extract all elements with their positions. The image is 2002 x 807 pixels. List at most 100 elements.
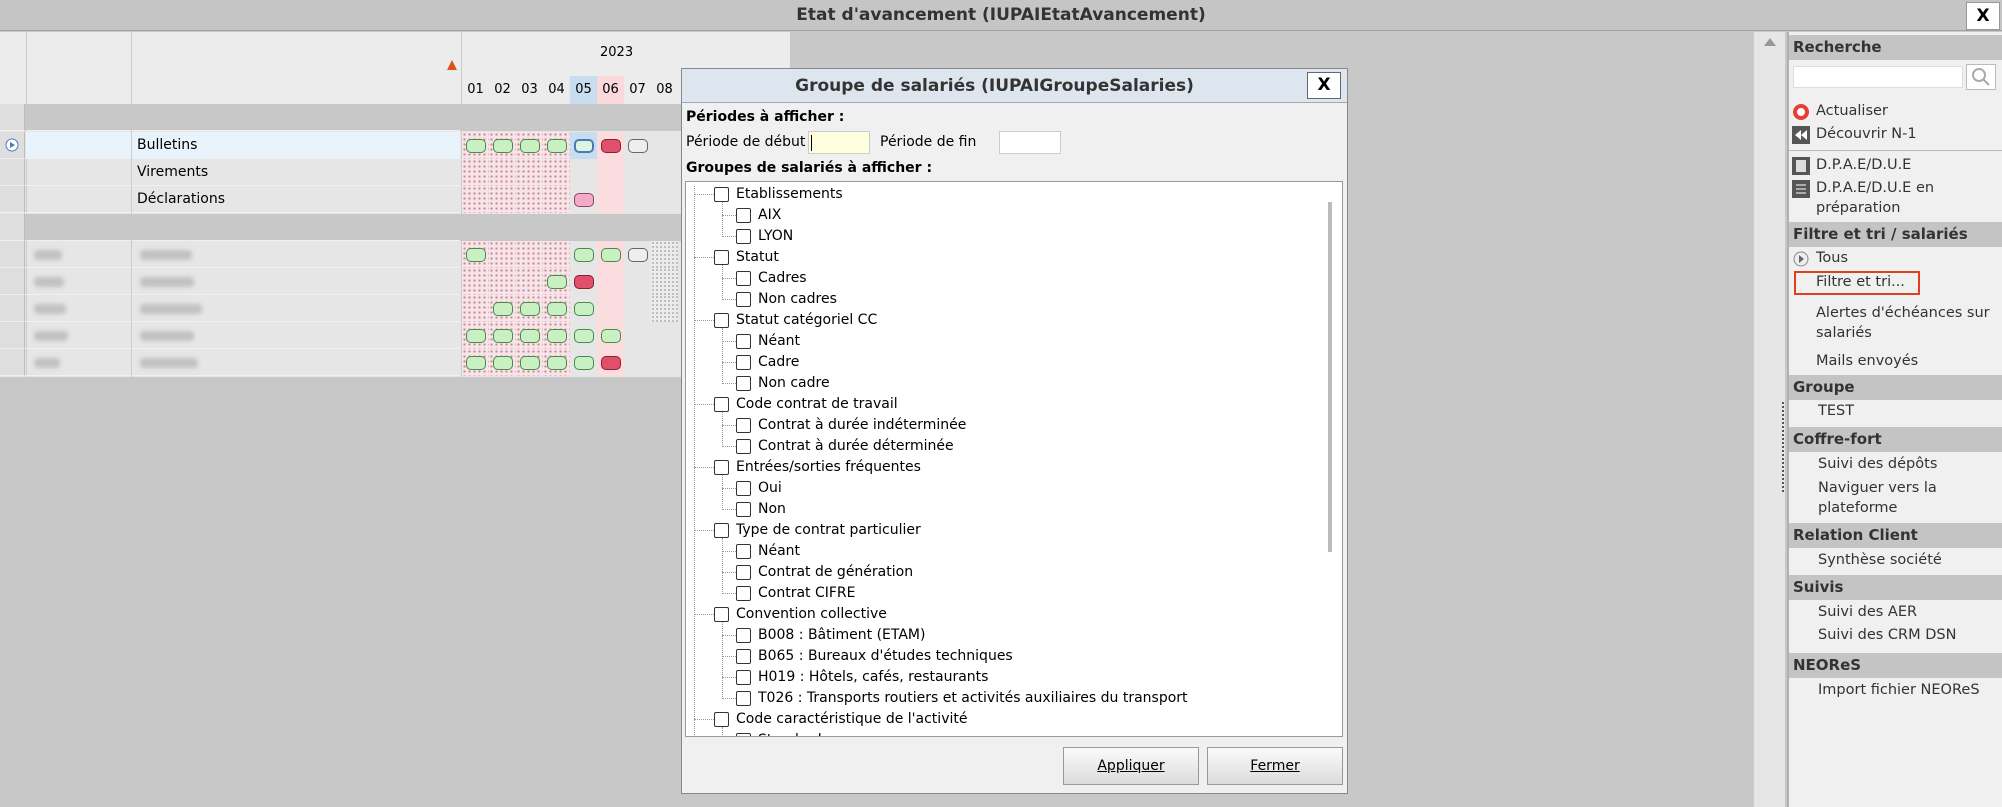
status-pill[interactable] bbox=[520, 139, 540, 153]
month-cell[interactable] bbox=[462, 132, 489, 159]
status-pill[interactable] bbox=[601, 329, 621, 343]
dpae-item[interactable]: D.P.A.E/D.U.E bbox=[1789, 156, 2002, 176]
status-pill[interactable] bbox=[601, 248, 621, 262]
crm-item[interactable]: Suivi des CRM DSN bbox=[1789, 626, 2002, 646]
alerts-item[interactable]: Alertes d'échéances sur salariés bbox=[1789, 304, 2002, 344]
status-pill[interactable] bbox=[520, 302, 540, 316]
option-checkbox[interactable] bbox=[736, 418, 751, 433]
sort-arrow-icon[interactable] bbox=[447, 60, 457, 70]
mails-item[interactable]: Mails envoyés bbox=[1789, 352, 2002, 372]
month-cell[interactable] bbox=[516, 186, 543, 213]
month-cell[interactable] bbox=[489, 132, 516, 159]
dialog-close-button[interactable]: X bbox=[1307, 72, 1341, 99]
status-pill[interactable] bbox=[493, 356, 513, 370]
status-pill[interactable] bbox=[547, 139, 567, 153]
month-cell[interactable] bbox=[462, 159, 489, 186]
row-selector[interactable] bbox=[0, 104, 25, 131]
month-cell[interactable] bbox=[597, 159, 624, 186]
table-row[interactable] bbox=[0, 349, 790, 376]
status-pill[interactable] bbox=[574, 356, 594, 370]
status-pill[interactable] bbox=[574, 248, 594, 262]
status-pill[interactable] bbox=[493, 139, 513, 153]
status-pill[interactable] bbox=[547, 329, 567, 343]
group-checkbox[interactable] bbox=[714, 397, 729, 412]
month-cell[interactable] bbox=[543, 186, 570, 213]
window-close-button[interactable]: X bbox=[1966, 2, 2000, 30]
discover-n1-item[interactable]: Découvrir N-1 bbox=[1789, 125, 2002, 145]
month-cell[interactable] bbox=[651, 132, 678, 159]
month-cell[interactable] bbox=[462, 322, 489, 349]
status-pill[interactable] bbox=[520, 356, 540, 370]
month-cell[interactable] bbox=[597, 349, 624, 376]
month-cell[interactable] bbox=[516, 132, 543, 159]
status-pill[interactable] bbox=[520, 329, 540, 343]
table-row[interactable] bbox=[0, 322, 790, 349]
status-pill[interactable] bbox=[466, 248, 486, 262]
month-cell[interactable] bbox=[462, 186, 489, 213]
row-selector[interactable] bbox=[0, 322, 25, 349]
table-row[interactable] bbox=[0, 268, 790, 295]
month-cell[interactable] bbox=[570, 159, 597, 186]
row-selector[interactable] bbox=[0, 159, 25, 186]
month-cell[interactable] bbox=[651, 159, 678, 186]
month-cell[interactable] bbox=[516, 268, 543, 295]
status-pill[interactable] bbox=[601, 356, 621, 370]
month-cell[interactable] bbox=[624, 268, 651, 295]
option-checkbox[interactable] bbox=[736, 628, 751, 643]
status-pill[interactable] bbox=[574, 275, 594, 289]
month-cell[interactable] bbox=[651, 241, 678, 268]
status-pill[interactable] bbox=[493, 302, 513, 316]
apply-button[interactable]: Appliquer bbox=[1063, 747, 1199, 785]
status-pill[interactable] bbox=[628, 139, 648, 153]
month-cell[interactable] bbox=[624, 295, 651, 322]
month-cell[interactable] bbox=[489, 295, 516, 322]
row-selector[interactable] bbox=[0, 268, 25, 295]
month-cell[interactable] bbox=[543, 268, 570, 295]
row-selector[interactable] bbox=[0, 349, 25, 376]
dpae-prep-item[interactable]: D.P.A.E/D.U.E en préparation bbox=[1789, 179, 2002, 219]
month-cell[interactable] bbox=[570, 268, 597, 295]
month-cell[interactable] bbox=[570, 186, 597, 213]
option-checkbox[interactable] bbox=[736, 649, 751, 664]
option-checkbox[interactable] bbox=[736, 733, 751, 736]
option-checkbox[interactable] bbox=[736, 376, 751, 391]
month-cell[interactable] bbox=[651, 186, 678, 213]
option-checkbox[interactable] bbox=[736, 670, 751, 685]
group-value[interactable]: TEST bbox=[1789, 402, 2002, 422]
month-cell[interactable] bbox=[597, 322, 624, 349]
month-cell[interactable] bbox=[624, 349, 651, 376]
month-cell[interactable] bbox=[624, 159, 651, 186]
group-row[interactable] bbox=[0, 214, 790, 241]
scroll-up-icon[interactable] bbox=[1764, 38, 1776, 46]
option-checkbox[interactable] bbox=[736, 208, 751, 223]
option-checkbox[interactable] bbox=[736, 439, 751, 454]
month-cell[interactable] bbox=[543, 295, 570, 322]
month-cell[interactable] bbox=[462, 268, 489, 295]
month-cell[interactable] bbox=[651, 268, 678, 295]
vertical-scrollbar[interactable] bbox=[1753, 32, 1785, 807]
status-pill[interactable] bbox=[574, 139, 594, 153]
deposits-item[interactable]: Suivi des dépôts bbox=[1789, 455, 2002, 475]
option-checkbox[interactable] bbox=[736, 334, 751, 349]
row-selector[interactable] bbox=[0, 241, 25, 268]
option-checkbox[interactable] bbox=[736, 565, 751, 580]
status-pill[interactable] bbox=[574, 302, 594, 316]
month-cell[interactable] bbox=[651, 322, 678, 349]
group-checkbox[interactable] bbox=[714, 523, 729, 538]
status-pill[interactable] bbox=[574, 193, 594, 207]
import-item[interactable]: Import fichier NEOReS bbox=[1789, 681, 2002, 701]
month-cell[interactable] bbox=[543, 349, 570, 376]
status-pill[interactable] bbox=[466, 139, 486, 153]
search-icon[interactable] bbox=[1966, 64, 1996, 90]
month-cell[interactable] bbox=[516, 241, 543, 268]
option-checkbox[interactable] bbox=[736, 502, 751, 517]
status-pill[interactable] bbox=[547, 275, 567, 289]
month-cell[interactable] bbox=[516, 349, 543, 376]
table-row[interactable]: Déclarations bbox=[0, 186, 790, 213]
table-row[interactable]: Virements bbox=[0, 159, 790, 186]
month-cell[interactable] bbox=[489, 159, 516, 186]
group-tree[interactable]: Etablissements AIX LYON Statut Cadres Non cad… bbox=[685, 181, 1343, 737]
month-cell[interactable] bbox=[489, 241, 516, 268]
synthesis-item[interactable]: Synthèse société bbox=[1789, 551, 2002, 571]
month-cell[interactable] bbox=[516, 322, 543, 349]
